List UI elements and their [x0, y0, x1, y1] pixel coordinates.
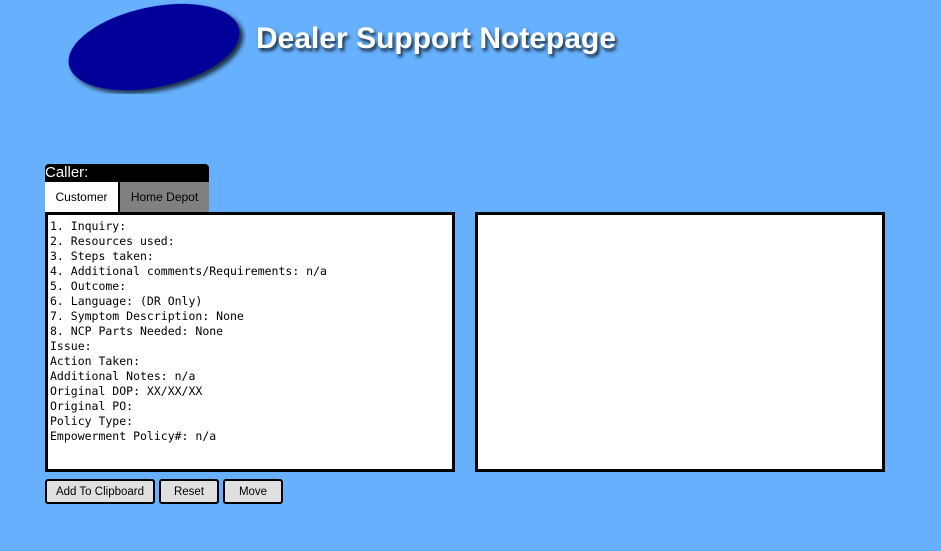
- reset-button[interactable]: Reset: [159, 479, 219, 504]
- move-button[interactable]: Move: [223, 479, 283, 504]
- caller-label: Caller:: [45, 164, 209, 182]
- notes-template-textarea[interactable]: 1. Inquiry: 2. Resources used: 3. Steps …: [45, 212, 455, 472]
- page-title: Dealer Support Notepage: [256, 22, 617, 55]
- tab-home-depot[interactable]: Home Depot: [120, 182, 209, 212]
- tab-customer[interactable]: Customer: [45, 182, 118, 212]
- add-to-clipboard-button[interactable]: Add To Clipboard: [45, 479, 155, 504]
- notes-output-textarea[interactable]: [475, 212, 885, 472]
- caller-tabs: Customer Home Depot: [45, 182, 209, 212]
- logo: [68, 3, 240, 91]
- logo-ellipse: [68, 3, 240, 91]
